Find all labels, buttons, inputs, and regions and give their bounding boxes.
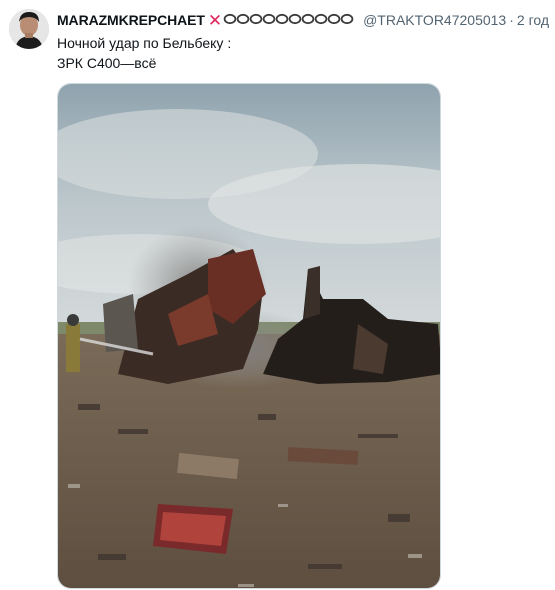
tweet-text-line: ЗРК С400—всё	[57, 55, 157, 71]
display-name[interactable]: MARAZMKREPCHAET	[57, 12, 205, 28]
tweet-photo[interactable]	[57, 83, 441, 589]
ring-icon	[327, 13, 341, 25]
ring-icon	[262, 13, 276, 25]
tweet[interactable]: MARAZMKREPCHAET ✕ @TRAKTOR47205013 · 2 год Н…	[0, 0, 555, 590]
ring-icon	[275, 13, 289, 25]
ring-icon	[288, 13, 302, 25]
ring-icon	[340, 13, 354, 25]
avatar[interactable]	[9, 9, 49, 49]
ring-icon	[223, 13, 237, 25]
ring-icon	[301, 13, 315, 25]
ring-chain-icon	[223, 12, 359, 26]
ring-icon	[236, 13, 250, 25]
tweet-text-line: Ночной удар по Бельбеку :	[57, 35, 232, 51]
ring-icon	[314, 13, 328, 25]
ring-icon	[249, 13, 263, 25]
tweet-header: MARAZMKREPCHAET ✕ @TRAKTOR47205013 · 2 год	[57, 11, 555, 30]
tweet-text: Ночной удар по Бельбеку : ЗРК С400—всё	[57, 33, 537, 73]
user-handle[interactable]: @TRAKTOR47205013	[363, 12, 506, 28]
separator-dot: ·	[509, 12, 514, 28]
timestamp[interactable]: 2 год	[517, 12, 549, 28]
red-x-icon: ✕	[207, 11, 223, 30]
